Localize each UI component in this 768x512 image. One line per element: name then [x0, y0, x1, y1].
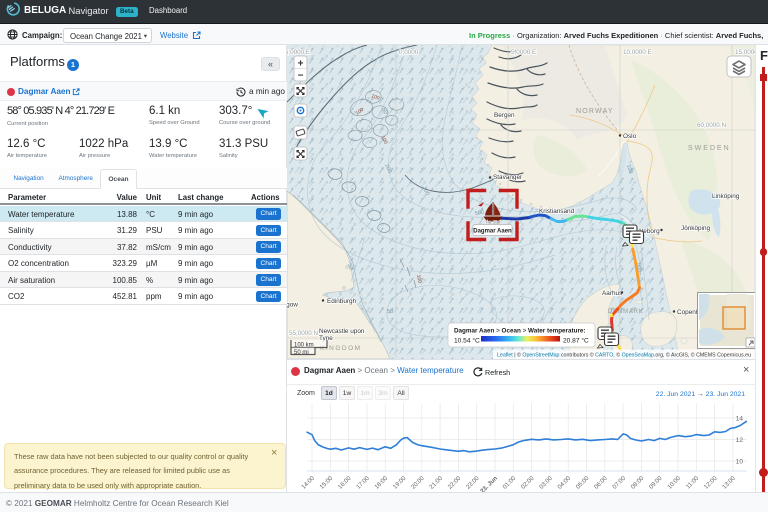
- svg-text:10: 10: [736, 459, 744, 466]
- svg-text:Edinburgh: Edinburgh: [327, 298, 357, 305]
- svg-text:11:00: 11:00: [685, 475, 701, 491]
- svg-text:+: +: [298, 59, 304, 70]
- svg-text:08:00: 08:00: [630, 475, 646, 491]
- svg-text:Kristiansand: Kristiansand: [539, 208, 575, 215]
- svg-text:15:00: 15:00: [318, 475, 334, 491]
- svg-text:Jönköping: Jönköping: [681, 225, 711, 232]
- svg-text:Aarhus: Aarhus: [602, 290, 622, 297]
- svg-text:19:00: 19:00: [392, 475, 408, 491]
- svg-text:04:00: 04:00: [556, 475, 572, 491]
- svg-text:10:00: 10:00: [666, 475, 682, 491]
- svg-text:5,0000 E: 5,0000 E: [511, 49, 536, 56]
- svg-text:Dagmar Aaen: Dagmar Aaen: [473, 228, 512, 234]
- svg-text:60,0000 N: 60,0000 N: [697, 122, 727, 129]
- svg-text:10.54 °C: 10.54 °C: [454, 337, 480, 345]
- svg-text:10,0000 E: 10,0000 E: [623, 49, 652, 56]
- svg-text:Aa Stat: Aa Stat: [486, 220, 501, 225]
- svg-text:Oslo: Oslo: [623, 133, 637, 140]
- svg-text:Linköping: Linköping: [712, 193, 740, 200]
- svg-text:06:00: 06:00: [593, 475, 609, 491]
- svg-text:SWEDEN: SWEDEN: [688, 145, 731, 152]
- svg-text:14: 14: [736, 416, 744, 423]
- svg-text:05:00: 05:00: [575, 475, 591, 491]
- svg-text:Stavanger: Stavanger: [493, 174, 523, 181]
- svg-text:20.87 °C: 20.87 °C: [563, 337, 589, 345]
- svg-text:22:00: 22:00: [447, 475, 463, 491]
- svg-text:-5,0000 E: -5,0000 E: [287, 49, 310, 56]
- svg-text:01:00: 01:00: [501, 475, 517, 491]
- svg-text:07:00: 07:00: [611, 475, 627, 491]
- svg-text:09:00: 09:00: [648, 475, 664, 491]
- svg-text:23:00: 23:00: [465, 475, 481, 491]
- svg-text:23. Jun: 23. Jun: [479, 475, 499, 493]
- svg-text:12:00: 12:00: [703, 475, 719, 491]
- svg-text:Newcastle upon: Newcastle upon: [319, 328, 365, 335]
- svg-text:Bergen: Bergen: [494, 112, 515, 119]
- svg-text:21:00: 21:00: [428, 475, 444, 491]
- svg-text:50: 50: [387, 309, 393, 315]
- svg-text:14:00: 14:00: [300, 475, 316, 491]
- svg-text:NORWAY: NORWAY: [576, 108, 614, 115]
- svg-text:Dagmar Aaen > Ocean > Water te: Dagmar Aaen > Ocean > Water temperature:: [454, 328, 586, 335]
- svg-text:12: 12: [736, 437, 744, 444]
- svg-text:16:00: 16:00: [337, 475, 353, 491]
- svg-text:18:00: 18:00: [373, 475, 389, 491]
- svg-text:55,0000 N: 55,0000 N: [289, 330, 319, 337]
- svg-text:20:00: 20:00: [410, 475, 426, 491]
- svg-text:−: −: [298, 71, 304, 82]
- svg-text:15,0000 E: 15,0000 E: [735, 49, 755, 56]
- svg-text:0,0000: 0,0000: [399, 49, 419, 56]
- svg-text:50 mi: 50 mi: [294, 350, 309, 356]
- svg-text:17:00: 17:00: [355, 475, 371, 491]
- svg-text:02:00: 02:00: [520, 475, 536, 491]
- svg-text:Glasgow: Glasgow: [287, 302, 298, 309]
- svg-text:500: 500: [474, 210, 484, 217]
- svg-text:Leaflet | © OpenStreetMap cont: Leaflet | © OpenStreetMap contributors ©…: [497, 352, 751, 359]
- svg-text:13:00: 13:00: [721, 475, 737, 491]
- svg-text:03:00: 03:00: [538, 475, 554, 491]
